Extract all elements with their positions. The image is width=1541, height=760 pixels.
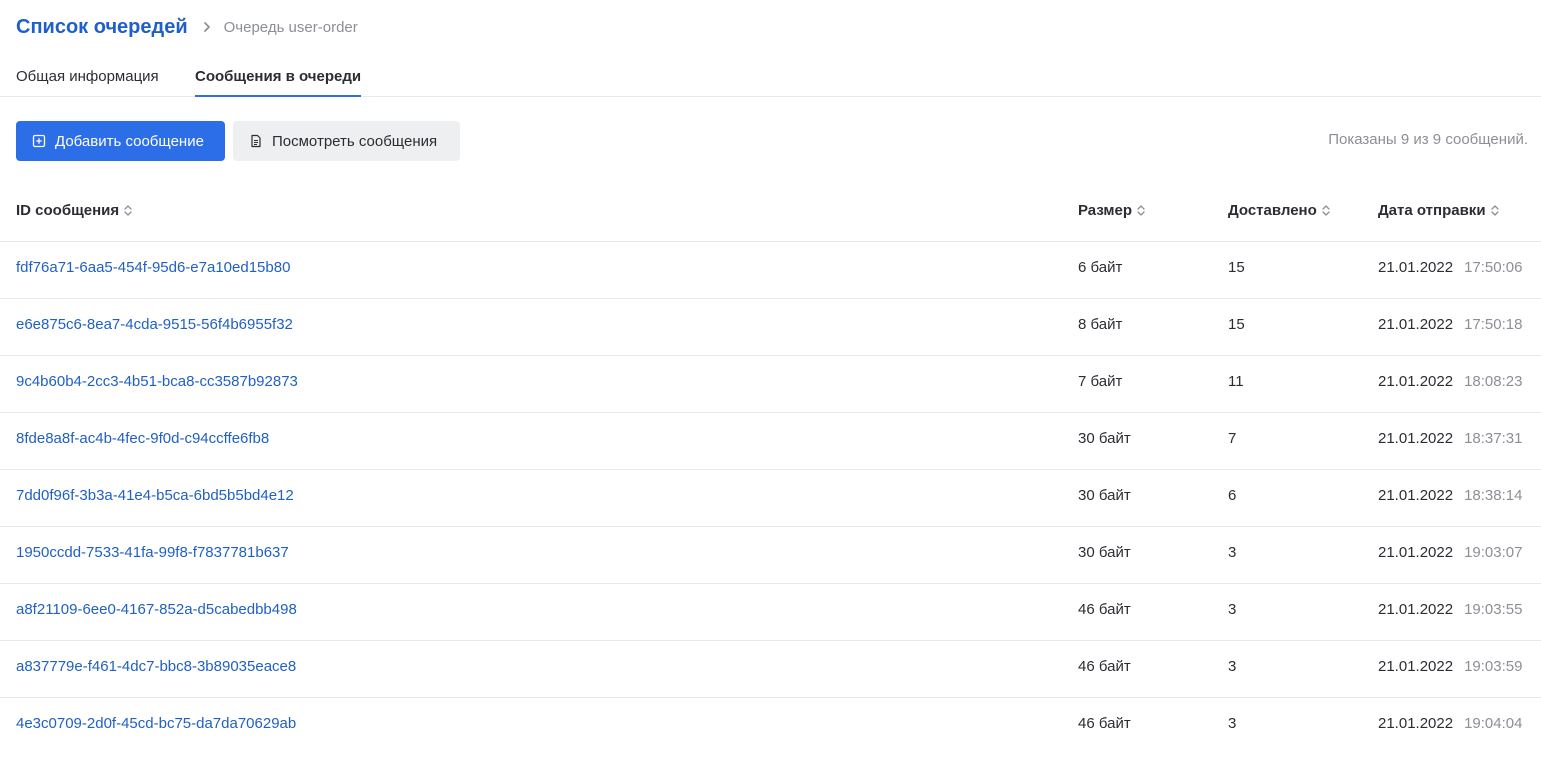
message-size: 30 байт bbox=[1078, 487, 1131, 504]
message-size: 46 байт bbox=[1078, 658, 1131, 675]
send-time: 19:03:59 bbox=[1464, 658, 1523, 675]
message-id-link[interactable]: a837779e-f461-4dc7-bbc8-3b89035eace8 bbox=[16, 658, 296, 675]
delivered-count: 3 bbox=[1228, 715, 1237, 732]
send-datetime: 21.01.2022 19:03:59 bbox=[1378, 658, 1522, 675]
table-row: a837779e-f461-4dc7-bbc8-3b89035eace8 46 … bbox=[0, 641, 1541, 698]
tab-general-info[interactable]: Общая информация bbox=[16, 62, 159, 96]
send-datetime: 21.01.2022 17:50:18 bbox=[1378, 316, 1522, 333]
send-time: 18:37:31 bbox=[1464, 430, 1523, 447]
send-date: 21.01.2022 bbox=[1378, 259, 1454, 276]
send-date: 21.01.2022 bbox=[1378, 373, 1454, 390]
table-row: 9c4b60b4-2cc3-4b51-bca8-cc3587b92873 7 б… bbox=[0, 356, 1541, 413]
column-header-label: Доставлено bbox=[1228, 202, 1317, 219]
document-icon bbox=[249, 134, 263, 148]
table-row: e6e875c6-8ea7-4cda-9515-56f4b6955f32 8 б… bbox=[0, 299, 1541, 356]
message-id-link[interactable]: fdf76a71-6aa5-454f-95d6-e7a10ed15b80 bbox=[16, 259, 290, 276]
column-header-message-id[interactable]: ID сообщения bbox=[16, 202, 132, 219]
tab-queue-messages[interactable]: Сообщения в очереди bbox=[195, 62, 362, 97]
plus-square-icon bbox=[32, 134, 46, 148]
column-header-label: ID сообщения bbox=[16, 202, 120, 219]
send-date: 21.01.2022 bbox=[1378, 544, 1454, 561]
add-message-label: Добавить сообщение bbox=[55, 132, 204, 150]
message-size: 7 байт bbox=[1078, 373, 1123, 390]
send-date: 21.01.2022 bbox=[1378, 487, 1454, 504]
table-row: a8f21109-6ee0-4167-852a-d5cabedbb498 46 … bbox=[0, 584, 1541, 641]
send-datetime: 21.01.2022 18:37:31 bbox=[1378, 430, 1522, 447]
message-id-link[interactable]: 7dd0f96f-3b3a-41e4-b5ca-6bd5b5bd4e12 bbox=[16, 487, 294, 504]
sort-icon bbox=[1322, 204, 1330, 217]
message-size: 46 байт bbox=[1078, 601, 1131, 618]
view-messages-label: Посмотреть сообщения bbox=[272, 132, 438, 150]
send-time: 19:03:07 bbox=[1464, 544, 1523, 561]
column-header-label: Размер bbox=[1078, 202, 1133, 219]
message-size: 30 байт bbox=[1078, 544, 1131, 561]
column-header-delivered[interactable]: Доставлено bbox=[1228, 202, 1330, 219]
breadcrumb-queue-list-link[interactable]: Список очередей bbox=[16, 16, 188, 39]
table-row: 8fde8a8f-ac4b-4fec-9f0d-c94ccffe6fb8 30 … bbox=[0, 413, 1541, 470]
message-id-link[interactable]: e6e875c6-8ea7-4cda-9515-56f4b6955f32 bbox=[16, 316, 293, 333]
messages-table: ID сообщения Размер Доставлено Дата отпр… bbox=[0, 185, 1541, 755]
breadcrumb: Список очередей Очередь user-order bbox=[16, 12, 358, 42]
delivered-count: 15 bbox=[1228, 259, 1245, 276]
table-row: 1950ccdd-7533-41fa-99f8-f7837781b637 30 … bbox=[0, 527, 1541, 584]
message-size: 8 байт bbox=[1078, 316, 1123, 333]
column-header-size[interactable]: Размер bbox=[1078, 202, 1145, 219]
table-header: ID сообщения Размер Доставлено Дата отпр… bbox=[0, 185, 1541, 242]
send-date: 21.01.2022 bbox=[1378, 601, 1454, 618]
delivered-count: 15 bbox=[1228, 316, 1245, 333]
message-size: 46 байт bbox=[1078, 715, 1131, 732]
send-date: 21.01.2022 bbox=[1378, 316, 1454, 333]
send-datetime: 21.01.2022 19:03:07 bbox=[1378, 544, 1522, 561]
send-date: 21.01.2022 bbox=[1378, 658, 1454, 675]
message-id-link[interactable]: a8f21109-6ee0-4167-852a-d5cabedbb498 bbox=[16, 601, 297, 618]
table-row: fdf76a71-6aa5-454f-95d6-e7a10ed15b80 6 б… bbox=[0, 242, 1541, 299]
send-time: 17:50:06 bbox=[1464, 259, 1523, 276]
delivered-count: 3 bbox=[1228, 544, 1237, 561]
message-id-link[interactable]: 1950ccdd-7533-41fa-99f8-f7837781b637 bbox=[16, 544, 289, 561]
message-count-text: Показаны 9 из 9 сообщений. bbox=[1328, 131, 1528, 148]
sort-icon bbox=[1137, 204, 1145, 217]
table-row: 7dd0f96f-3b3a-41e4-b5ca-6bd5b5bd4e12 30 … bbox=[0, 470, 1541, 527]
tab-bar: Общая информация Сообщения в очереди bbox=[0, 62, 1541, 97]
view-messages-button[interactable]: Посмотреть сообщения bbox=[233, 121, 460, 161]
delivered-count: 3 bbox=[1228, 601, 1237, 618]
send-time: 17:50:18 bbox=[1464, 316, 1523, 333]
message-size: 30 байт bbox=[1078, 430, 1131, 447]
send-time: 18:38:14 bbox=[1464, 487, 1523, 504]
send-datetime: 21.01.2022 19:04:04 bbox=[1378, 715, 1522, 732]
column-header-label: Дата отправки bbox=[1378, 202, 1486, 219]
send-date: 21.01.2022 bbox=[1378, 430, 1454, 447]
send-time: 18:08:23 bbox=[1464, 373, 1523, 390]
send-datetime: 21.01.2022 18:38:14 bbox=[1378, 487, 1522, 504]
column-header-send-date[interactable]: Дата отправки bbox=[1378, 202, 1499, 219]
message-id-link[interactable]: 4e3c0709-2d0f-45cd-bc75-da7da70629ab bbox=[16, 715, 296, 732]
delivered-count: 11 bbox=[1228, 373, 1244, 390]
send-datetime: 21.01.2022 18:08:23 bbox=[1378, 373, 1522, 390]
table-row: 4e3c0709-2d0f-45cd-bc75-da7da70629ab 46 … bbox=[0, 698, 1541, 755]
send-time: 19:03:55 bbox=[1464, 601, 1523, 618]
delivered-count: 6 bbox=[1228, 487, 1237, 504]
sort-icon bbox=[124, 204, 132, 217]
send-datetime: 21.01.2022 17:50:06 bbox=[1378, 259, 1522, 276]
message-size: 6 байт bbox=[1078, 259, 1123, 276]
delivered-count: 7 bbox=[1228, 430, 1237, 447]
chevron-right-icon bbox=[202, 21, 212, 33]
message-id-link[interactable]: 9c4b60b4-2cc3-4b51-bca8-cc3587b92873 bbox=[16, 373, 298, 390]
sort-icon bbox=[1490, 204, 1499, 217]
add-message-button[interactable]: Добавить сообщение bbox=[16, 121, 225, 161]
send-date: 21.01.2022 bbox=[1378, 715, 1454, 732]
delivered-count: 3 bbox=[1228, 658, 1237, 675]
breadcrumb-current: Очередь user-order bbox=[223, 18, 358, 36]
toolbar: Добавить сообщение Посмотреть сообщения bbox=[16, 121, 460, 161]
send-time: 19:04:04 bbox=[1464, 715, 1523, 732]
send-datetime: 21.01.2022 19:03:55 bbox=[1378, 601, 1522, 618]
message-id-link[interactable]: 8fde8a8f-ac4b-4fec-9f0d-c94ccffe6fb8 bbox=[16, 430, 269, 447]
